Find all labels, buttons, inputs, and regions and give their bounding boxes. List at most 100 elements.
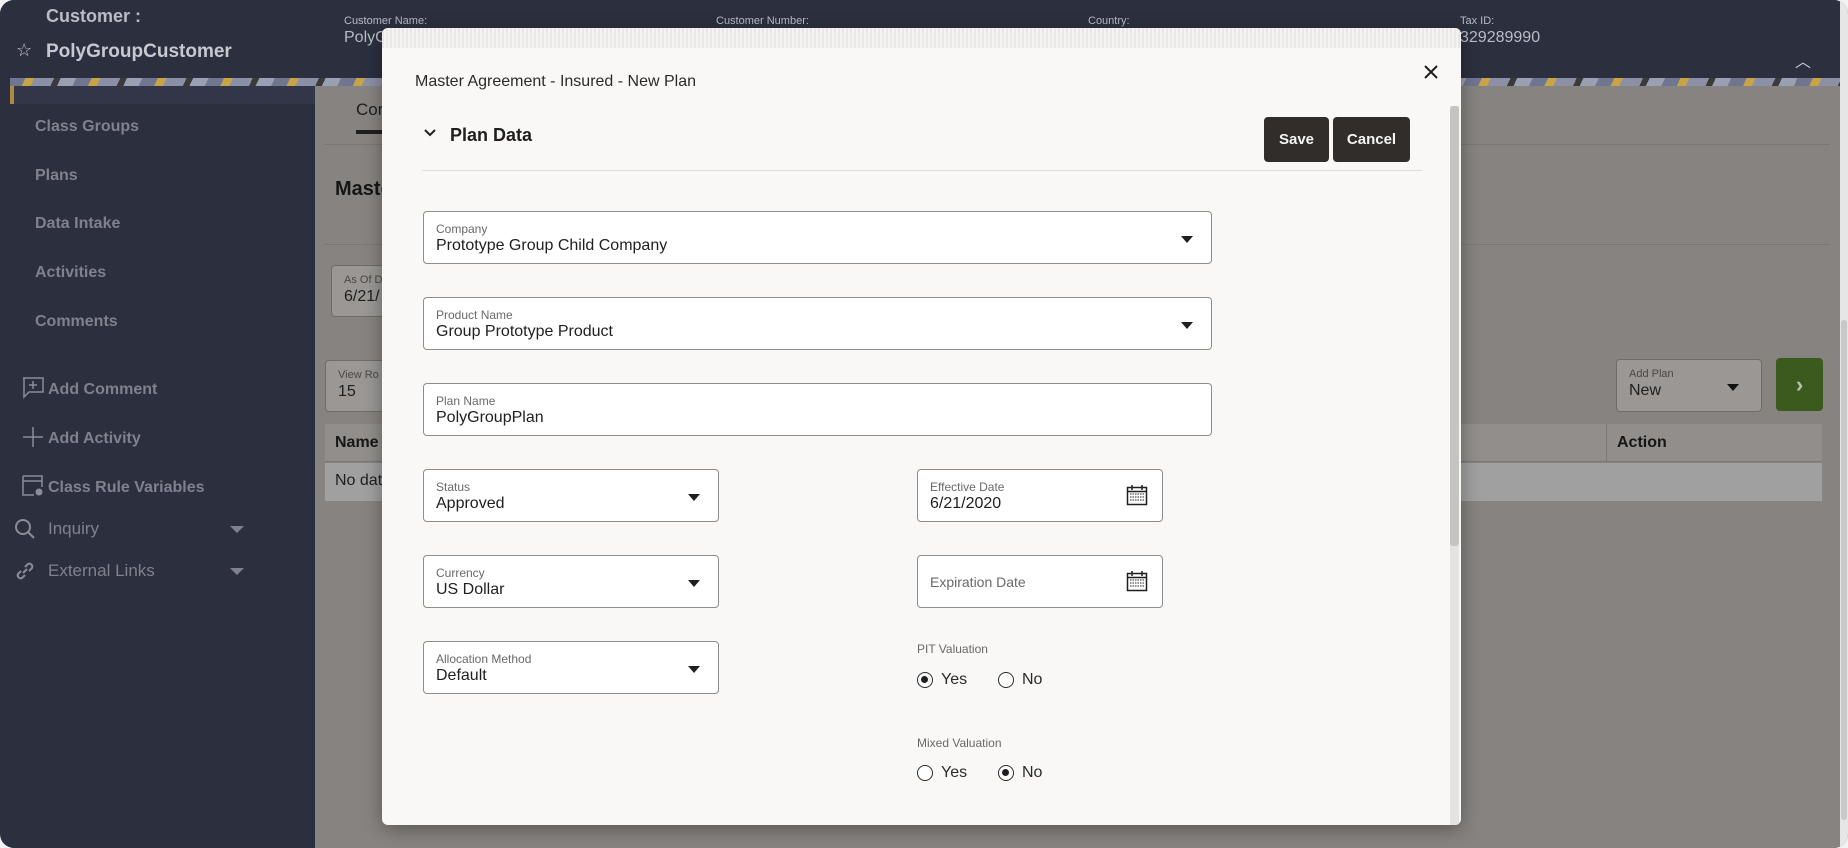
caret-down-icon[interactable]	[1181, 322, 1193, 329]
sidebar-item-class-groups[interactable]: Class Groups	[35, 118, 139, 136]
add-activity-action[interactable]: Add Activity	[22, 426, 141, 448]
add-comment-label: Add Comment	[48, 381, 158, 398]
inquiry-dropdown[interactable]: Inquiry	[14, 518, 244, 540]
effective-date-label: Effective Date	[930, 480, 1005, 494]
customer-number-info: Customer Number:	[716, 15, 809, 29]
column-header-action: Action	[1617, 434, 1667, 451]
caret-down-icon[interactable]	[688, 580, 700, 587]
sidebar: Class Groups Plans Data Intake Activitie…	[10, 86, 315, 848]
product-name-value: Group Prototype Product	[436, 323, 613, 340]
add-comment-icon	[23, 377, 44, 399]
plan-name-input[interactable]: Plan Name PolyGroupPlan	[423, 383, 1212, 436]
add-plan-value: New	[1629, 382, 1662, 399]
sidebar-item-plans[interactable]: Plans	[35, 167, 78, 185]
plan-name-label: Plan Name	[436, 394, 496, 408]
sidebar-item-activities[interactable]: Activities	[35, 264, 106, 282]
plan-name-value: PolyGroupPlan	[436, 409, 544, 426]
radio-label: Yes	[941, 764, 968, 781]
as-of-date-label: As Of D	[344, 274, 383, 286]
mixed-valuation-no-radio[interactable]: No	[998, 764, 1042, 782]
add-comment-action[interactable]: Add Comment	[22, 377, 157, 399]
pit-valuation-no-radio[interactable]: No	[998, 671, 1042, 689]
currency-value: US Dollar	[436, 581, 505, 598]
collapse-header-chevron-up-icon[interactable]: ︿	[1795, 48, 1811, 72]
view-rows-label: View Ro	[338, 369, 379, 381]
caret-down-icon	[1727, 384, 1739, 391]
status-label: Status	[436, 480, 471, 494]
calendar-icon[interactable]	[1126, 570, 1148, 592]
pit-valuation-yes-radio[interactable]: Yes	[917, 671, 967, 689]
radio-selected-icon	[998, 765, 1014, 781]
expiration-date-input[interactable]: Expiration Date	[917, 555, 1163, 608]
link-icon	[16, 562, 34, 580]
sidebar-item-comments[interactable]: Comments	[35, 313, 118, 331]
mixed-valuation-yes-radio[interactable]: Yes	[917, 764, 967, 782]
add-plan-select[interactable]: Add Plan New	[1616, 359, 1762, 412]
info-label: Tax ID:	[1460, 15, 1495, 27]
status-select[interactable]: Status Approved	[423, 469, 719, 522]
empty-table-text: No dat	[335, 472, 383, 489]
radio-label: Yes	[941, 671, 968, 688]
go-next-button[interactable]: ›	[1776, 358, 1823, 411]
caret-down-icon[interactable]	[688, 666, 700, 673]
scrollbar-thumb[interactable]	[1841, 320, 1847, 820]
sidebar-item-data-intake[interactable]: Data Intake	[35, 215, 120, 233]
chevron-down-icon[interactable]	[422, 124, 438, 140]
page-scrollbar[interactable]	[1840, 0, 1848, 848]
external-links-label: External Links	[48, 561, 155, 580]
effective-date-value: 6/21/2020	[930, 495, 1002, 512]
app-window: Customer : ☆ PolyGroupCustomer Customer …	[0, 0, 1848, 848]
external-links-dropdown[interactable]: External Links	[14, 560, 244, 582]
info-label: Customer Number:	[716, 15, 809, 27]
cancel-button[interactable]: Cancel	[1333, 117, 1410, 162]
country-info: Country:	[1088, 15, 1130, 29]
expiration-date-placeholder: Expiration Date	[930, 574, 1026, 590]
class-rule-variables-action[interactable]: Class Rule Variables	[22, 475, 205, 497]
radio-unselected-icon	[998, 672, 1014, 688]
currency-label: Currency	[436, 566, 485, 580]
product-name-label: Product Name	[436, 308, 513, 322]
dialog-title: Master Agreement - Insured - New Plan	[415, 73, 697, 90]
radio-label: No	[1022, 671, 1043, 688]
info-value: 329289990	[1460, 29, 1541, 46]
sidebar-item-agreements-active[interactable]	[10, 86, 315, 104]
save-button[interactable]: Save	[1264, 117, 1329, 162]
dialog-scrollbar[interactable]	[1450, 106, 1459, 825]
caret-down-icon[interactable]	[1181, 236, 1193, 243]
radio-unselected-icon	[917, 765, 933, 781]
inquiry-label: Inquiry	[48, 519, 100, 538]
column-separator	[1606, 424, 1607, 462]
search-icon	[15, 519, 35, 539]
radio-selected-icon	[917, 672, 933, 688]
allocation-method-select[interactable]: Allocation Method Default	[423, 641, 719, 694]
favorite-star-icon[interactable]: ☆	[16, 40, 32, 61]
scrollbar-thumb[interactable]	[1450, 106, 1459, 546]
tax-id-info: Tax ID: 329289990	[1460, 15, 1540, 47]
product-name-select[interactable]: Product Name Group Prototype Product	[423, 297, 1212, 350]
new-plan-dialog: Master Agreement - Insured - New Plan Pl…	[382, 28, 1461, 825]
currency-select[interactable]: Currency US Dollar	[423, 555, 719, 608]
plus-icon	[23, 427, 43, 447]
section-divider	[422, 170, 1422, 171]
effective-date-input[interactable]: Effective Date 6/21/2020	[917, 469, 1163, 522]
pit-valuation-label: PIT Valuation	[917, 642, 988, 656]
mixed-valuation-label: Mixed Valuation	[917, 736, 1002, 750]
status-value: Approved	[436, 495, 505, 512]
info-label: Country:	[1088, 15, 1130, 27]
customer-label: Customer :	[46, 6, 142, 26]
allocation-method-value: Default	[436, 667, 487, 684]
radio-label: No	[1022, 764, 1043, 781]
caret-down-icon[interactable]	[688, 494, 700, 501]
add-activity-label: Add Activity	[48, 430, 141, 447]
company-value: Prototype Group Child Company	[436, 237, 668, 254]
column-header-name[interactable]: Name	[335, 434, 379, 452]
company-select[interactable]: Company Prototype Group Child Company	[423, 211, 1212, 264]
close-icon[interactable]	[1417, 58, 1445, 86]
allocation-method-label: Allocation Method	[436, 652, 532, 666]
class-rule-variables-label: Class Rule Variables	[48, 479, 205, 496]
add-plan-label: Add Plan	[1629, 368, 1674, 380]
tab-contract[interactable]: Cor	[356, 100, 383, 120]
as-of-date-value: 6/21/	[344, 288, 380, 305]
company-label: Company	[436, 222, 488, 236]
calendar-icon[interactable]	[1126, 484, 1148, 506]
